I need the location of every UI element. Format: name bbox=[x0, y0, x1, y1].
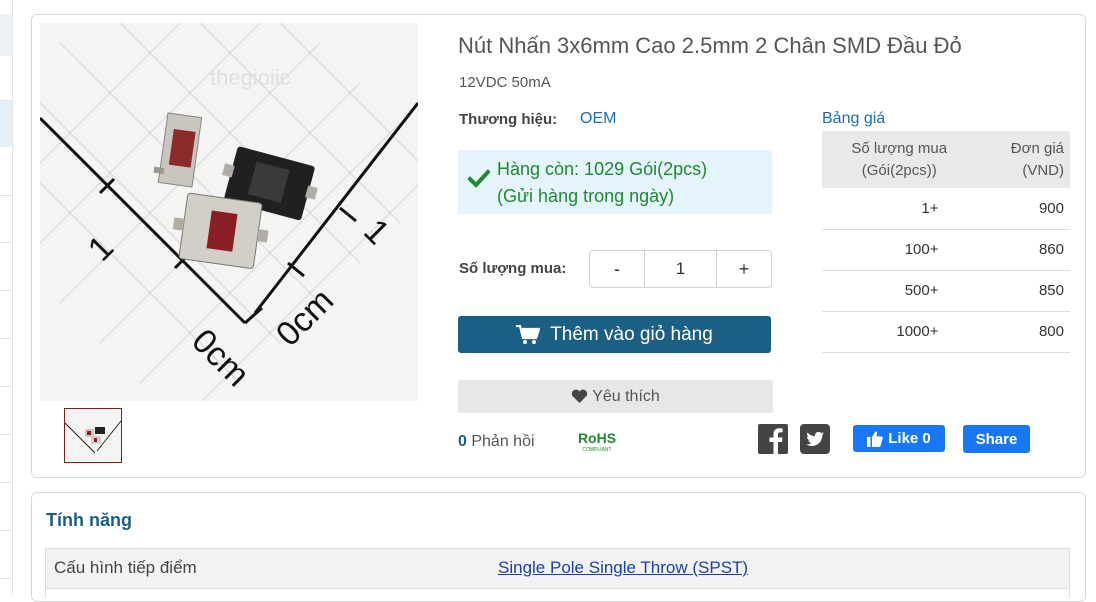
replies-label: Phản hồi bbox=[471, 433, 535, 450]
price-header-price-line2: (VND) bbox=[1022, 161, 1064, 179]
quantity-increment-button[interactable]: + bbox=[717, 251, 771, 287]
product-title: Nút Nhấn 3x6mm Cao 2.5mm 2 Chân SMD Đầu … bbox=[458, 33, 962, 58]
replies-count: 0 bbox=[458, 433, 467, 450]
twitter-icon[interactable] bbox=[800, 424, 830, 454]
wishlist-label: Yêu thích bbox=[592, 387, 660, 405]
brand-label: Thương hiệu: bbox=[459, 111, 558, 128]
price-row-quantity: 500+ bbox=[822, 270, 977, 312]
features-title: Tính năng bbox=[46, 510, 132, 530]
replies-link[interactable]: 0 Phản hồi bbox=[458, 433, 535, 451]
facebook-like-button[interactable]: Like 0 bbox=[853, 425, 945, 452]
facebook-icon[interactable] bbox=[758, 424, 788, 454]
left-sidebar-edge bbox=[0, 0, 13, 595]
price-row-price: 900 bbox=[976, 188, 1070, 230]
feature-value-link[interactable]: Single Pole Single Throw (SPST) bbox=[498, 558, 748, 578]
price-row-quantity: 100+ bbox=[822, 229, 977, 271]
price-header-quantity-line2: (Gói(2pcs)) bbox=[861, 161, 937, 179]
price-row-price: 800 bbox=[976, 311, 1070, 353]
quantity-decrement-button[interactable]: - bbox=[590, 251, 644, 287]
quantity-input[interactable]: 1 bbox=[644, 251, 717, 287]
thumbs-up-icon bbox=[867, 431, 884, 447]
add-to-cart-label: Thêm vào giỏ hàng bbox=[550, 323, 713, 345]
product-photo: thegioiic 1 1 0cm 0cm bbox=[40, 23, 418, 401]
table-row: 1000+ 800 bbox=[822, 311, 1070, 353]
sidebar-band-active[interactable] bbox=[0, 101, 12, 147]
rohs-sub-text: COMPLIANT bbox=[582, 447, 611, 453]
table-row: 1+ 900 bbox=[822, 188, 1070, 230]
sidebar-band bbox=[0, 14, 12, 56]
sidebar-divider bbox=[0, 434, 12, 435]
sidebar-divider bbox=[0, 530, 12, 531]
sidebar-divider bbox=[0, 338, 12, 339]
quantity-stepper: - 1 + bbox=[589, 250, 772, 288]
cart-icon bbox=[516, 324, 541, 344]
product-subtitle: 12VDC 50mA bbox=[459, 74, 551, 91]
facebook-share-button[interactable]: Share bbox=[963, 425, 1030, 453]
price-header-quantity: Số lượng mua (Gói(2pcs)) bbox=[822, 131, 977, 188]
product-main-image[interactable]: thegioiic 1 1 0cm 0cm bbox=[40, 23, 418, 401]
image-watermark: thegioiic bbox=[210, 65, 291, 90]
price-table-title: Bảng giá bbox=[822, 110, 886, 127]
price-row-quantity: 1000+ bbox=[822, 311, 977, 353]
stock-shipping-text: (Gửi hàng trong ngày) bbox=[497, 186, 675, 206]
product-thumbnail[interactable] bbox=[64, 408, 122, 463]
price-row-price: 850 bbox=[976, 270, 1070, 312]
sidebar-divider bbox=[0, 242, 12, 243]
price-header-unit-price: Đơn giá (VND) bbox=[976, 131, 1070, 188]
quantity-label: Số lượng mua: bbox=[459, 260, 567, 277]
heart-icon bbox=[572, 389, 588, 403]
thumbnail-photo bbox=[65, 409, 121, 462]
sidebar-divider bbox=[0, 290, 12, 291]
price-header-price-line1: Đơn giá bbox=[1010, 139, 1064, 157]
feature-key: Cấu hình tiếp điểm bbox=[54, 558, 197, 577]
sidebar-divider bbox=[0, 578, 12, 579]
sidebar-divider bbox=[0, 195, 12, 196]
rohs-text: RoHS bbox=[578, 430, 616, 446]
wishlist-button[interactable]: Yêu thích bbox=[458, 380, 773, 413]
table-row: 100+ 860 bbox=[822, 229, 1070, 271]
add-to-cart-button[interactable]: Thêm vào giỏ hàng bbox=[458, 316, 771, 353]
price-table: Số lượng mua (Gói(2pcs)) Đơn giá (VND) 1… bbox=[822, 131, 1070, 353]
stock-quantity-text: Hàng còn: 1029 Gói(2pcs) bbox=[497, 159, 708, 179]
price-row-price: 860 bbox=[976, 229, 1070, 271]
like-label: Like 0 bbox=[888, 430, 931, 447]
price-header-quantity-line1: Số lượng mua bbox=[851, 139, 948, 157]
rohs-badge: RoHS COMPLIANT bbox=[578, 430, 616, 453]
table-row: 500+ 850 bbox=[822, 270, 1070, 312]
price-row-quantity: 1+ bbox=[822, 188, 977, 230]
table-row bbox=[45, 588, 1070, 598]
brand-link[interactable]: OEM bbox=[580, 110, 616, 128]
sidebar-divider bbox=[0, 386, 12, 387]
sidebar-divider bbox=[0, 482, 12, 483]
check-icon bbox=[468, 169, 490, 188]
